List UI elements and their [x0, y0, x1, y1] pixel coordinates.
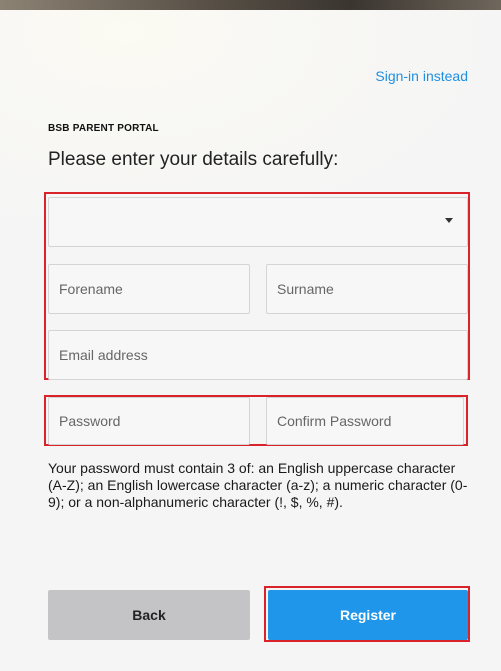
header-image-strip — [0, 0, 501, 10]
email-field[interactable] — [48, 330, 468, 380]
forename-field[interactable] — [48, 264, 250, 314]
title-select[interactable] — [48, 197, 468, 247]
chevron-down-icon — [445, 218, 453, 223]
password-field[interactable] — [48, 397, 250, 445]
page-title: Please enter your details carefully: — [48, 149, 339, 170]
back-button[interactable]: Back — [48, 590, 250, 640]
password-requirements-text: Your password must contain 3 of: an Engl… — [48, 460, 468, 510]
portal-label: BSB PARENT PORTAL — [48, 123, 159, 134]
surname-field[interactable] — [266, 264, 468, 314]
confirm-password-field[interactable] — [266, 397, 464, 445]
register-button[interactable]: Register — [268, 590, 468, 640]
sign-in-instead-link[interactable]: Sign-in instead — [375, 68, 468, 84]
